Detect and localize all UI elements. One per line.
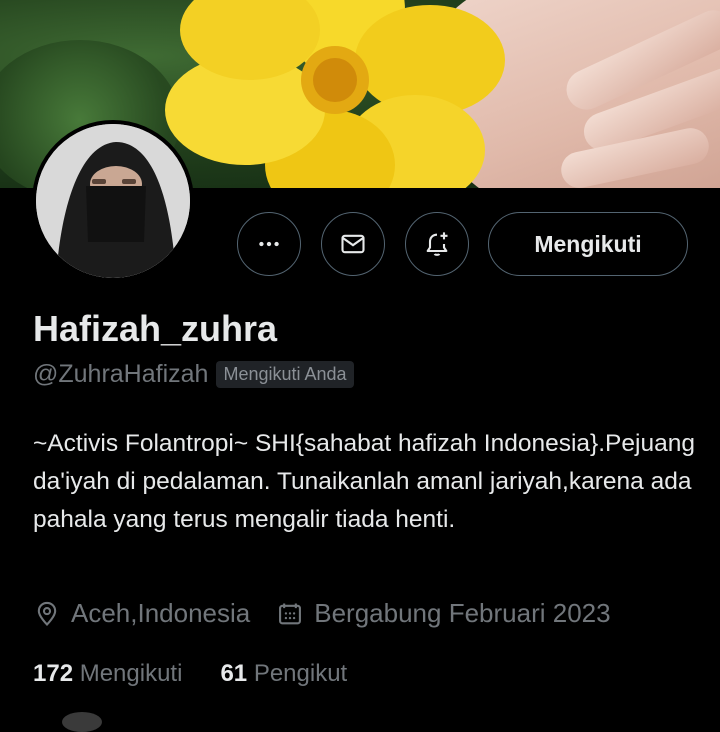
following-count: 172 xyxy=(33,660,74,687)
more-options-button[interactable] xyxy=(237,212,301,276)
profile-bio: ~Activis Folantropi~ SHI{sahabat hafizah… xyxy=(33,430,695,533)
notify-button[interactable] xyxy=(405,212,469,276)
envelope-icon xyxy=(341,234,365,254)
following-stat[interactable]: 172 Mengikuti xyxy=(33,660,182,688)
joined-item: Bergabung Februari 2023 xyxy=(276,598,611,629)
followers-count: 61 xyxy=(220,660,248,687)
display-name: Hafizah_zuhra xyxy=(33,308,278,349)
location-pin-icon xyxy=(37,601,57,626)
location-item: Aceh,Indonesia xyxy=(33,598,250,629)
followed-by-avatar-peek xyxy=(62,712,102,732)
banner-flower xyxy=(165,0,505,188)
follow-stats: 172 Mengikuti 61 Pengikut xyxy=(33,660,385,688)
followers-stat[interactable]: 61 Pengikut xyxy=(220,660,347,688)
location-text: Aceh,Indonesia xyxy=(71,598,251,628)
followers-label: Pengikut xyxy=(253,660,348,687)
handle-row: @ZuhraHafizah Mengikuti Anda xyxy=(33,360,354,389)
bell-plus-icon xyxy=(426,232,448,256)
calendar-icon xyxy=(279,603,302,624)
message-button[interactable] xyxy=(321,212,385,276)
joined-text: Bergabung Februari 2023 xyxy=(314,598,611,628)
profile-meta: Aceh,Indonesia Bergabung Februari 2023 xyxy=(33,598,637,629)
following-label: Mengikuti xyxy=(79,660,183,687)
following-button[interactable]: Mengikuti xyxy=(488,212,688,276)
avatar-image xyxy=(36,124,190,278)
profile-avatar[interactable] xyxy=(32,120,194,282)
more-horizontal-icon xyxy=(259,241,279,247)
username-handle: @ZuhraHafizah xyxy=(33,360,209,388)
follows-you-badge: Mengikuti Anda xyxy=(216,361,354,388)
